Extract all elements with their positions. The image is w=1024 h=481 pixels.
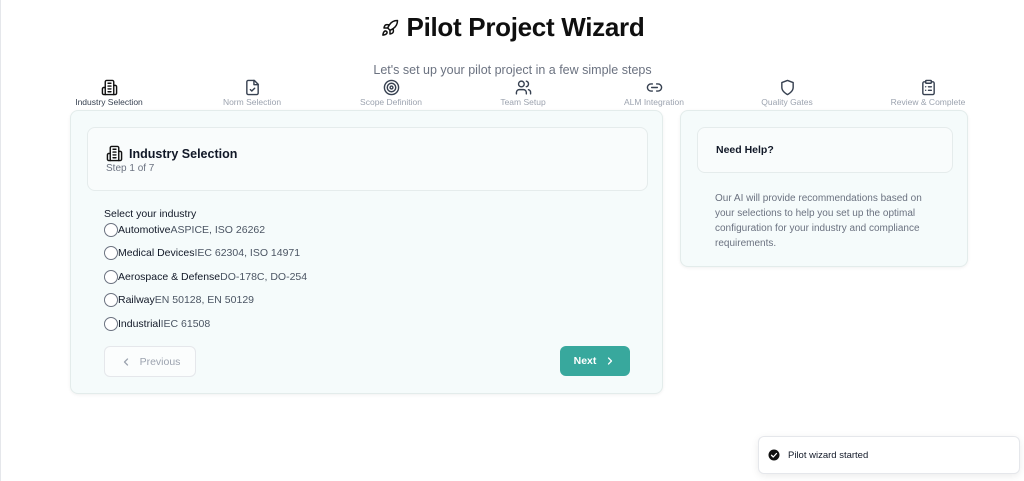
step-alm-integration[interactable]: ALM Integration xyxy=(594,79,714,107)
help-card: Need Help? Our AI will provide recommend… xyxy=(680,110,968,267)
radio-button[interactable] xyxy=(104,316,118,331)
option-name: Medical Devices xyxy=(118,247,195,260)
previous-button[interactable]: Previous xyxy=(104,346,196,377)
option-norms: IEC 62304, ISO 14971 xyxy=(194,247,301,260)
previous-button-label: Previous xyxy=(139,355,181,368)
rocket-icon xyxy=(381,19,398,36)
step-norm-selection[interactable]: Norm Selection xyxy=(192,79,312,107)
step-card: Industry Selection Step 1 of 7 Select yo… xyxy=(70,110,663,394)
step-industry-selection[interactable]: Industry Selection xyxy=(49,79,169,107)
step-label: Review & Complete xyxy=(890,97,966,107)
step-card-header: Industry Selection Step 1 of 7 xyxy=(87,127,648,191)
wizard-stepper: Industry Selection Norm Selection Scope … xyxy=(65,79,977,111)
option-name: Railway xyxy=(118,294,155,307)
building-icon xyxy=(101,79,117,96)
building-icon xyxy=(106,145,123,162)
chevron-left-icon xyxy=(123,357,128,366)
step-label: Scope Definition xyxy=(360,97,422,107)
step-team-setup[interactable]: Team Setup xyxy=(463,79,583,107)
users-icon xyxy=(515,80,531,95)
shield-icon xyxy=(780,79,794,96)
chevron-right-icon xyxy=(608,357,613,365)
radio-button[interactable] xyxy=(104,246,118,261)
industry-radio-group: Automotive ASPICE, ISO 26262 Medical Dev… xyxy=(104,218,307,336)
step-label: Industry Selection xyxy=(75,97,143,107)
industry-option-medical-devices[interactable]: Medical Devices IEC 62304, ISO 14971 xyxy=(104,242,307,266)
step-counter: Step 1 of 7 xyxy=(106,163,155,174)
file-check-icon xyxy=(245,79,259,96)
toast-notification[interactable]: Pilot wizard started xyxy=(758,436,1020,474)
radio-button[interactable] xyxy=(104,293,118,308)
clipboard-icon xyxy=(921,79,935,96)
help-title: Need Help? xyxy=(716,144,774,156)
radio-button[interactable] xyxy=(104,269,118,284)
option-norms: EN 50128, EN 50129 xyxy=(154,294,255,307)
next-button-label: Next xyxy=(573,355,597,367)
page-subtitle: Let's set up your pilot project in a few… xyxy=(373,63,652,77)
option-name: Aerospace & Defense xyxy=(118,270,221,283)
step-label: Quality Gates xyxy=(761,97,813,107)
check-circle-icon xyxy=(768,449,780,461)
link-icon xyxy=(646,83,662,92)
radio-button[interactable] xyxy=(104,222,118,237)
target-icon xyxy=(383,79,399,96)
industry-option-automotive[interactable]: Automotive ASPICE, ISO 26262 xyxy=(104,218,307,242)
help-text: Our AI will provide recommendations base… xyxy=(715,193,922,249)
industry-option-aerospace-defense[interactable]: Aerospace & Defense DO-178C, DO-254 xyxy=(104,265,307,289)
page-title: Pilot Project Wizard xyxy=(1,12,1024,43)
page-title-text: Pilot Project Wizard xyxy=(406,12,645,42)
step-label: ALM Integration xyxy=(623,97,684,107)
toast-text: Pilot wizard started xyxy=(788,449,869,461)
step-label: Team Setup xyxy=(500,97,546,107)
step-review-complete[interactable]: Review & Complete xyxy=(868,79,988,107)
industry-option-industrial[interactable]: Industrial IEC 61508 xyxy=(104,312,307,336)
option-norms: DO-178C, DO-254 xyxy=(220,270,308,283)
step-scope-definition[interactable]: Scope Definition xyxy=(331,79,451,107)
option-norms: IEC 61508 xyxy=(160,317,211,330)
step-label: Norm Selection xyxy=(222,97,282,107)
option-name: Automotive xyxy=(118,223,171,236)
next-button[interactable]: Next xyxy=(560,346,630,376)
step-quality-gates[interactable]: Quality Gates xyxy=(727,79,847,107)
option-norms: ASPICE, ISO 26262 xyxy=(170,223,266,236)
help-card-header: Need Help? xyxy=(697,127,953,173)
option-name: Industrial xyxy=(118,317,161,330)
industry-option-railway[interactable]: Railway EN 50128, EN 50129 xyxy=(104,289,307,313)
step-card-title-text: Industry Selection xyxy=(129,146,238,161)
step-card-title: Industry Selection xyxy=(106,145,237,162)
